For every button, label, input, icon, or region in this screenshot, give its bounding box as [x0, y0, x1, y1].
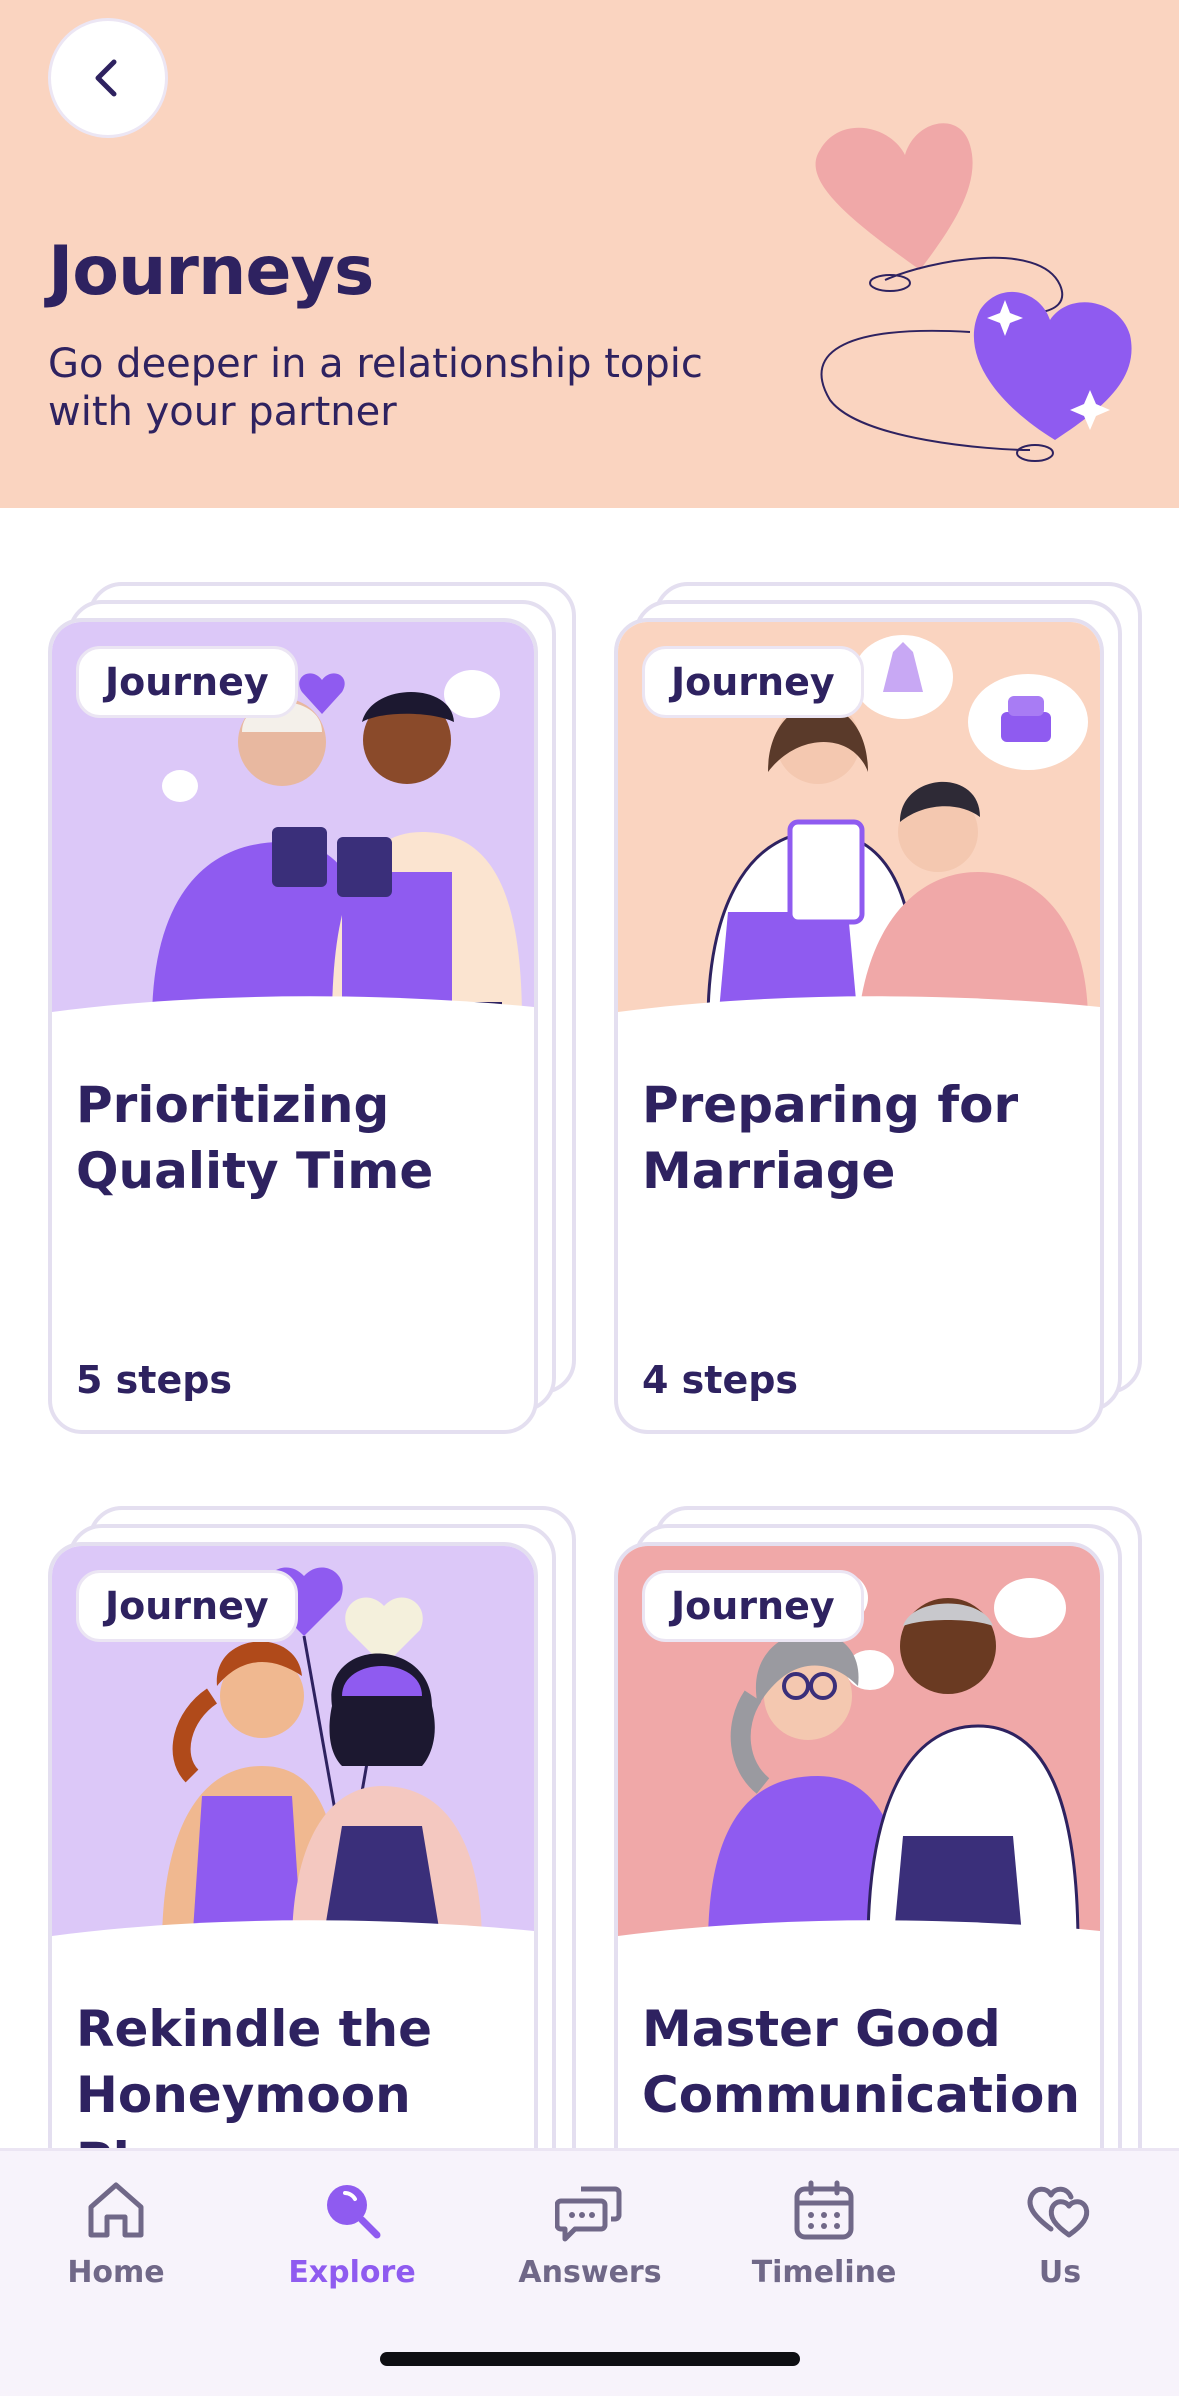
card-front: Journey Preparing for Marriage 4 steps	[614, 618, 1104, 1434]
tab-label: Home	[67, 2255, 165, 2290]
card-front: Journey Master Good Communication	[614, 1542, 1104, 2148]
tab-explore[interactable]: Explore	[262, 2175, 442, 2315]
chevron-left-icon	[95, 59, 117, 97]
journey-card[interactable]: Journey Master Good Communication	[614, 1506, 1142, 2148]
back-button[interactable]	[48, 18, 168, 138]
journey-card[interactable]: Journey Prioritizing Quality Time 5 step…	[48, 582, 576, 1434]
card-title: Prioritizing Quality Time	[76, 1076, 434, 1200]
journey-badge: Journey	[76, 646, 298, 718]
card-steps: 4 steps	[642, 1358, 799, 1402]
tab-home[interactable]: Home	[26, 2175, 206, 2315]
card-front: Journey Prioritizing Quality Time 5 step…	[48, 618, 538, 1434]
card-title: Master Good Communication	[642, 2000, 1080, 2124]
home-icon	[88, 2182, 144, 2238]
journey-badge: Journey	[642, 1570, 864, 1642]
tab-label: Answers	[518, 2255, 662, 2290]
hearts-illustration	[815, 123, 1132, 462]
journey-card[interactable]: Journey Rekindle the Honeymoon Phase	[48, 1506, 576, 2148]
tab-timeline[interactable]: Timeline	[734, 2175, 914, 2315]
journey-illustration: Journey	[52, 622, 534, 1042]
tab-label: Explore	[288, 2255, 416, 2290]
page-subtitle: Go deeper in a relationship topic with y…	[48, 341, 703, 435]
tab-label: Us	[1038, 2255, 1082, 2290]
tab-answers[interactable]: Answers	[500, 2175, 680, 2315]
card-title: Rekindle the Honeymoon Phase	[76, 2000, 433, 2148]
journey-illustration: Journey	[618, 1546, 1100, 1966]
tab-us[interactable]: Us	[970, 2175, 1150, 2315]
journeys-grid: Journey Prioritizing Quality Time 5 step…	[0, 508, 1179, 2148]
journey-badge: Journey	[642, 646, 864, 718]
card-title: Preparing for Marriage	[642, 1076, 1019, 1200]
page-title: Journeys	[48, 232, 374, 311]
card-front: Journey Rekindle the Honeymoon Phase	[48, 1542, 538, 2148]
explore-icon	[327, 2185, 381, 2239]
card-steps: 5 steps	[76, 1358, 233, 1402]
tab-label: Timeline	[751, 2255, 897, 2290]
hearts-icon	[1027, 2186, 1090, 2238]
calendar-icon	[794, 2180, 854, 2240]
home-indicator	[380, 2352, 800, 2366]
journey-illustration: Journey	[618, 622, 1100, 1042]
chat-bubbles-icon	[555, 2186, 622, 2242]
journey-badge: Journey	[76, 1570, 298, 1642]
journey-illustration: Journey	[52, 1546, 534, 1966]
header: Journeys Go deeper in a relationship top…	[0, 0, 1179, 508]
journey-card[interactable]: Journey Preparing for Marriage 4 steps	[614, 582, 1142, 1434]
